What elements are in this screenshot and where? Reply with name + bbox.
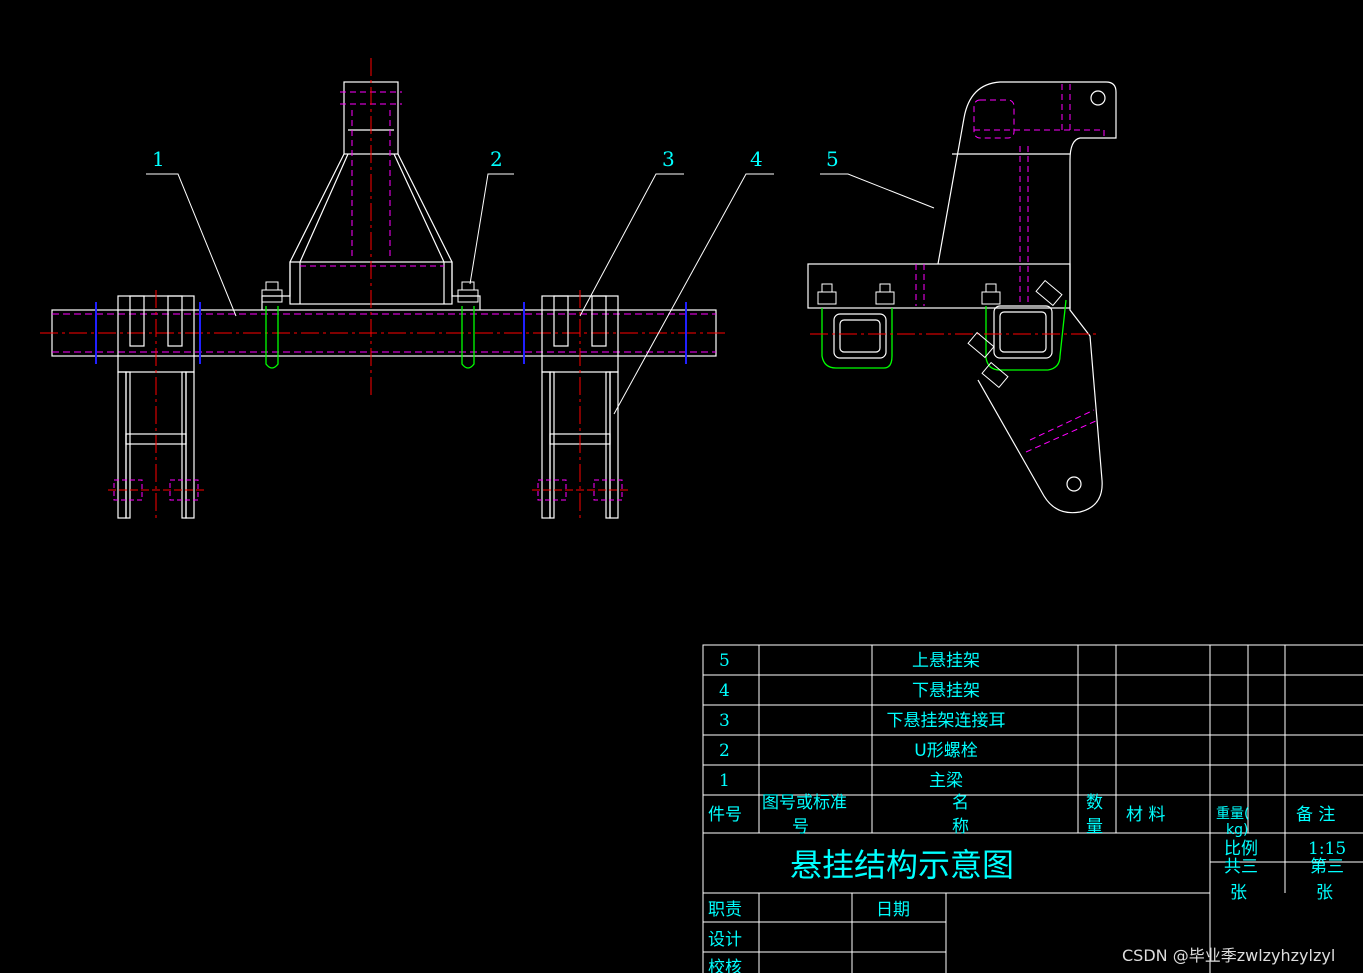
watermark: CSDN @毕业季zwlzyhzylzyl <box>1122 946 1336 965</box>
leaders-side <box>820 173 935 209</box>
sign-off: 职责 日期 设计 校核 <box>708 900 910 973</box>
beam-sections <box>833 305 1053 359</box>
header-qty-cont: 量 <box>1086 817 1103 837</box>
part-no: 5 <box>719 651 730 671</box>
main-beam <box>40 309 728 357</box>
header-drawing-no: 图号或标准 <box>762 793 847 813</box>
part-no: 4 <box>719 681 730 701</box>
part-no: 2 <box>719 741 730 761</box>
header-name: 名 <box>952 793 969 813</box>
header-qty: 数 <box>1086 793 1103 813</box>
header-weight: 重量( <box>1216 806 1249 822</box>
sheet-no: 第三 <box>1310 857 1344 877</box>
leaders-front <box>146 173 774 415</box>
cad-drawing: 1 2 3 4 5 5 上悬挂架 4 下悬挂架 3 下悬挂架连接耳 2 U形螺栓… <box>40 58 1363 973</box>
part-name: 下悬挂架 <box>912 681 980 701</box>
upper-hitch-frame <box>807 81 1117 514</box>
part-name: 上悬挂架 <box>912 651 980 671</box>
sheets-total: 共三 <box>1224 857 1258 877</box>
side-view <box>807 81 1117 514</box>
front-view <box>40 58 774 522</box>
callout-1: 1 <box>152 147 165 171</box>
scale-value: 1:15 <box>1308 839 1346 859</box>
design-label: 设计 <box>708 930 742 950</box>
header-name-cont: 称 <box>952 817 969 837</box>
header-remarks: 备 注 <box>1296 805 1335 825</box>
sheet-no-unit: 张 <box>1316 883 1333 903</box>
role-label: 职责 <box>708 900 742 920</box>
date-label: 日期 <box>876 900 910 920</box>
u-bolts <box>265 306 475 369</box>
drawing-title: 悬挂结构示意图 <box>790 846 1014 884</box>
check-label: 校核 <box>708 958 742 973</box>
parts-header: 件号 图号或标准 号 名 称 数 量 材 料 重量( kg) 备 注 <box>708 793 1335 838</box>
callout-4: 4 <box>750 147 763 171</box>
header-material: 材 料 <box>1126 805 1165 825</box>
scale-label: 比例 <box>1224 839 1258 859</box>
header-drawing-no-cont: 号 <box>792 817 809 837</box>
nuts-top <box>261 281 479 303</box>
part-no: 3 <box>719 711 730 731</box>
part-name: 主梁 <box>929 771 963 791</box>
part-name: 下悬挂架连接耳 <box>887 711 1006 731</box>
part-name: U形螺栓 <box>914 741 977 761</box>
sheets-total-unit: 张 <box>1230 883 1247 903</box>
header-weight-unit: kg) <box>1226 822 1248 838</box>
part-no: 1 <box>719 771 730 791</box>
callout-2: 2 <box>490 147 503 171</box>
callout-5: 5 <box>826 147 839 171</box>
callout-3: 3 <box>662 147 675 171</box>
header-item-no: 件号 <box>708 805 742 825</box>
parts-list: 5 上悬挂架 4 下悬挂架 3 下悬挂架连接耳 2 U形螺栓 1 主梁 <box>719 651 1006 791</box>
